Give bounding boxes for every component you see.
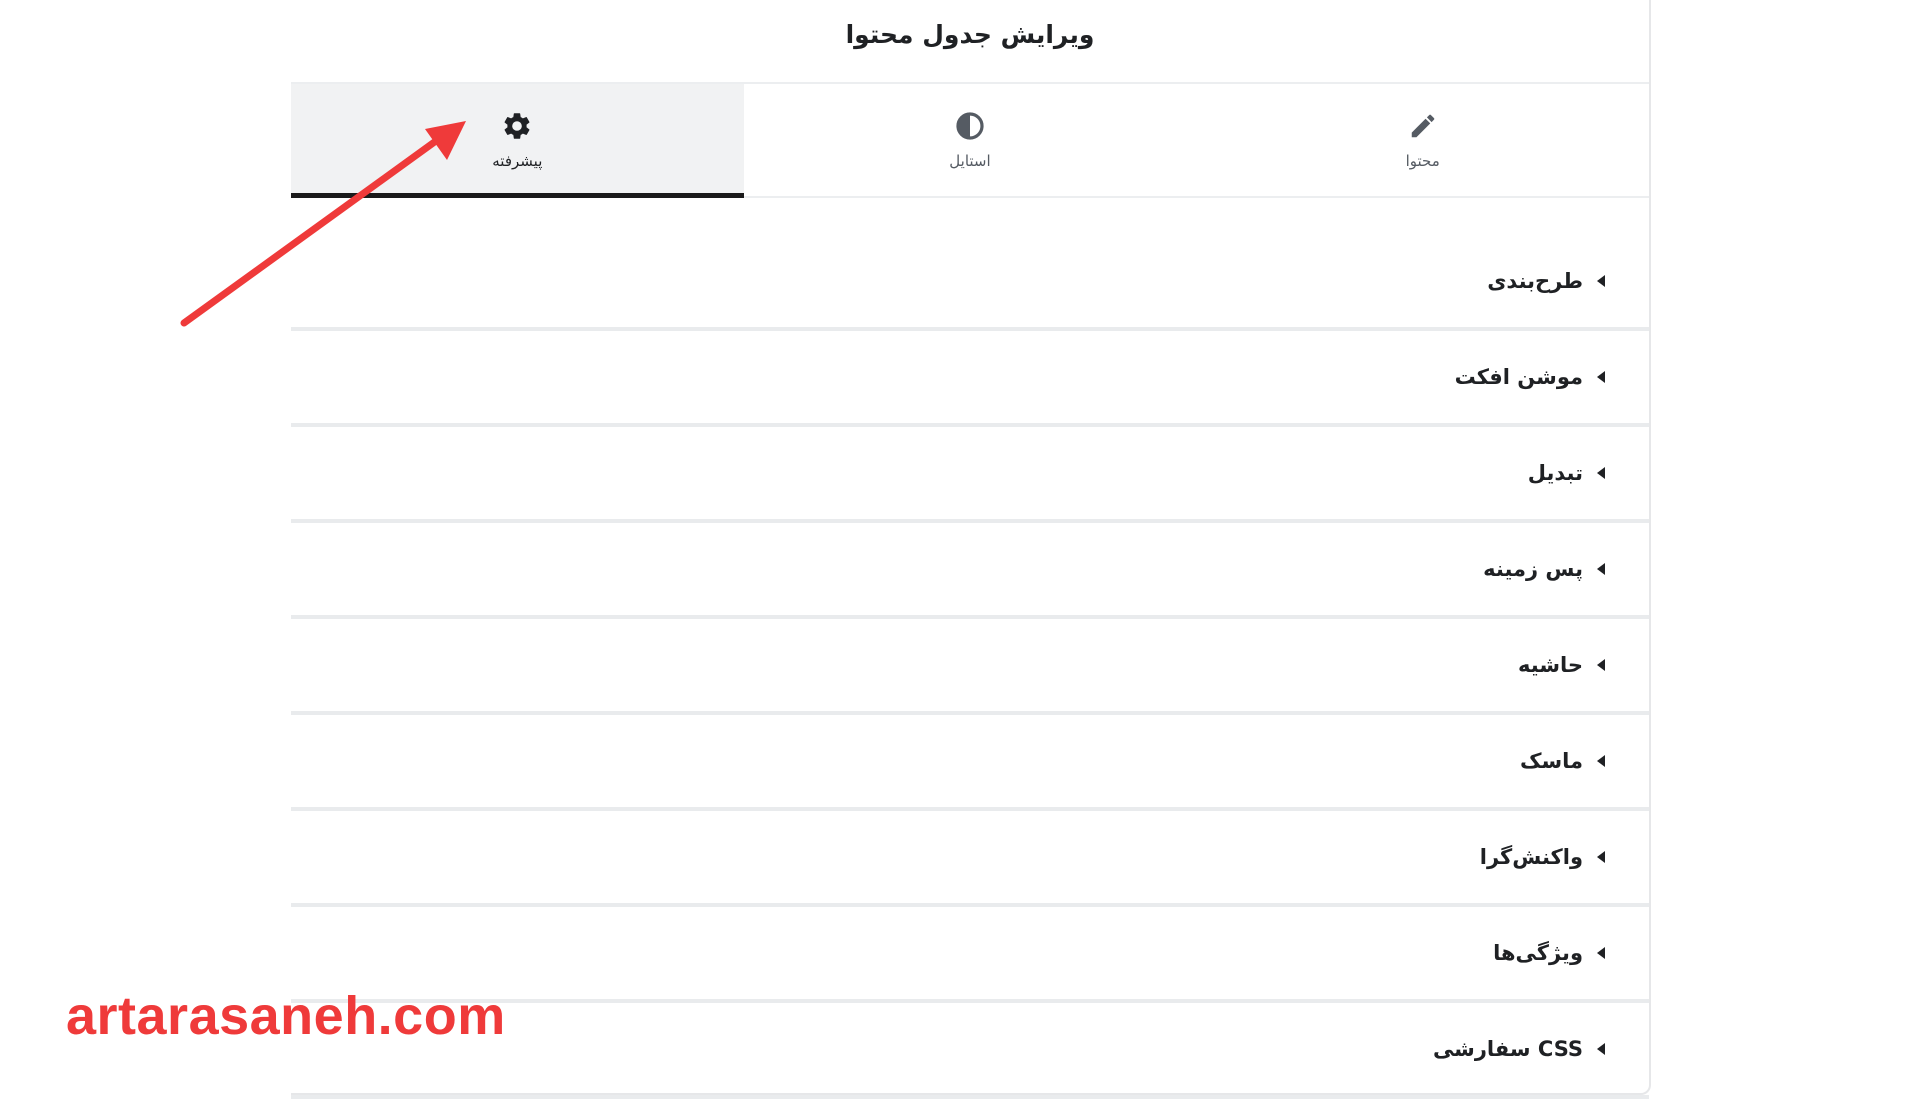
section-layout[interactable]: طرح‌بندی [291,235,1649,331]
tab-content-label: محتوا [1405,152,1440,170]
caret-left-icon [1597,947,1605,959]
section-transform-label: تبدیل [1527,461,1583,485]
section-mask[interactable]: ماسک [291,715,1649,811]
section-border[interactable]: حاشیه [291,619,1649,715]
tab-style[interactable]: استایل [744,84,1197,196]
section-transform[interactable]: تبدیل [291,427,1649,523]
tab-content[interactable]: محتوا [1196,84,1649,196]
tab-advanced-label: پیشرفته [492,152,543,170]
contrast-icon [954,110,986,142]
section-layout-label: طرح‌بندی [1487,269,1583,293]
tab-style-label: استایل [949,152,991,170]
caret-left-icon [1597,563,1605,575]
caret-left-icon [1597,275,1605,287]
section-border-label: حاشیه [1518,653,1583,677]
section-responsive-label: واکنش‌گرا [1479,845,1583,869]
editor-panel: ویرایش جدول محتوا محتوا استایل پیشرفته ط… [290,0,1651,1099]
pencil-icon [1407,110,1439,142]
caret-left-icon [1597,851,1605,863]
caret-left-icon [1597,371,1605,383]
section-background[interactable]: پس زمینه [291,523,1649,619]
tab-advanced[interactable]: پیشرفته [290,84,744,198]
section-background-label: پس زمینه [1483,557,1583,581]
section-list: طرح‌بندی موشن افکت تبدیل پس زمینه حاشیه … [291,198,1649,1099]
section-attributes-label: ویژگی‌ها [1493,941,1583,965]
tab-bar: محتوا استایل پیشرفته [290,84,1649,198]
section-motion-effects-label: موشن افکت [1454,365,1583,389]
section-motion-effects[interactable]: موشن افکت [291,331,1649,427]
caret-left-icon [1597,1043,1605,1055]
caret-left-icon [1597,659,1605,671]
panel-title: ویرایش جدول محتوا [845,19,1095,49]
section-mask-label: ماسک [1519,749,1583,773]
section-custom-css-label: CSS سفارشی [1432,1037,1583,1061]
section-responsive[interactable]: واکنش‌گرا [291,811,1649,907]
panel-header: ویرایش جدول محتوا [291,0,1649,84]
caret-left-icon [1597,467,1605,479]
caret-left-icon [1597,755,1605,767]
gear-icon [501,110,533,142]
watermark-text: artarasaneh.com [66,986,506,1046]
